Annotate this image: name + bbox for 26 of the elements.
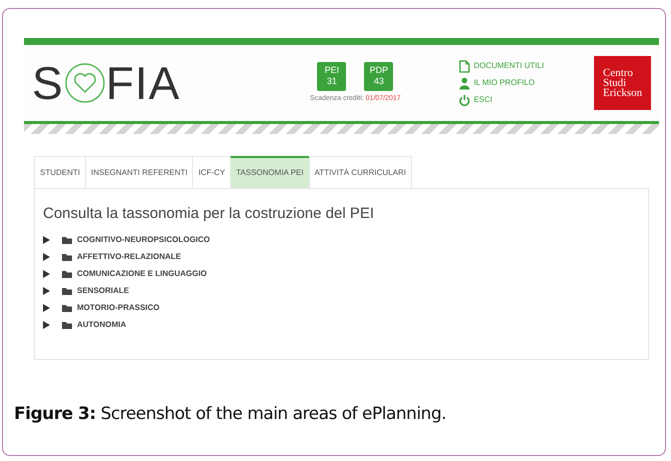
expand-arrow-icon[interactable] [43,236,50,244]
user-icon [458,76,470,90]
expand-arrow-icon[interactable] [43,270,50,278]
tree-item[interactable]: MOTORIO-PRASSICO [77,302,160,314]
document-icon [458,60,470,72]
tab[interactable]: ATTIVITÀ CURRICULARI [308,156,412,188]
tree-item[interactable]: AUTONOMIA [77,318,126,330]
tab[interactable]: INSEGNANTI REFERENTI [85,156,192,188]
panel-title: Consulta la tassonomia per la costruzione del PEI [43,204,376,224]
expand-arrow-icon[interactable] [43,286,50,294]
logo-text: FIA [106,60,180,106]
tab[interactable]: ICF-CY [192,156,230,188]
tree-item[interactable]: SENSORIALE [77,284,130,296]
tab[interactable]: STUDENTI [34,156,85,188]
tree-item[interactable]: COGNITIVO-NEUROPSICOLOGICO [77,234,210,246]
expand-arrow-icon[interactable] [43,320,50,328]
figure-caption: Figure 3: Screenshot of the main areas of ePlanning. [14,403,448,426]
heart-circle-icon [64,62,106,104]
expand-arrow-icon[interactable] [43,304,50,312]
expand-arrow-icon[interactable] [43,252,50,260]
logo-text: S [32,60,64,106]
power-icon [458,94,470,106]
erickson-logo: Centro Studi Erickson [594,56,651,110]
tab[interactable]: TASSONOMIA PEI [230,156,309,188]
tree-item[interactable]: AFFETTIVO-RELAZIONALE [77,250,181,262]
tree-item[interactable]: COMUNICAZIONE E LINGUAGGIO [77,268,207,280]
